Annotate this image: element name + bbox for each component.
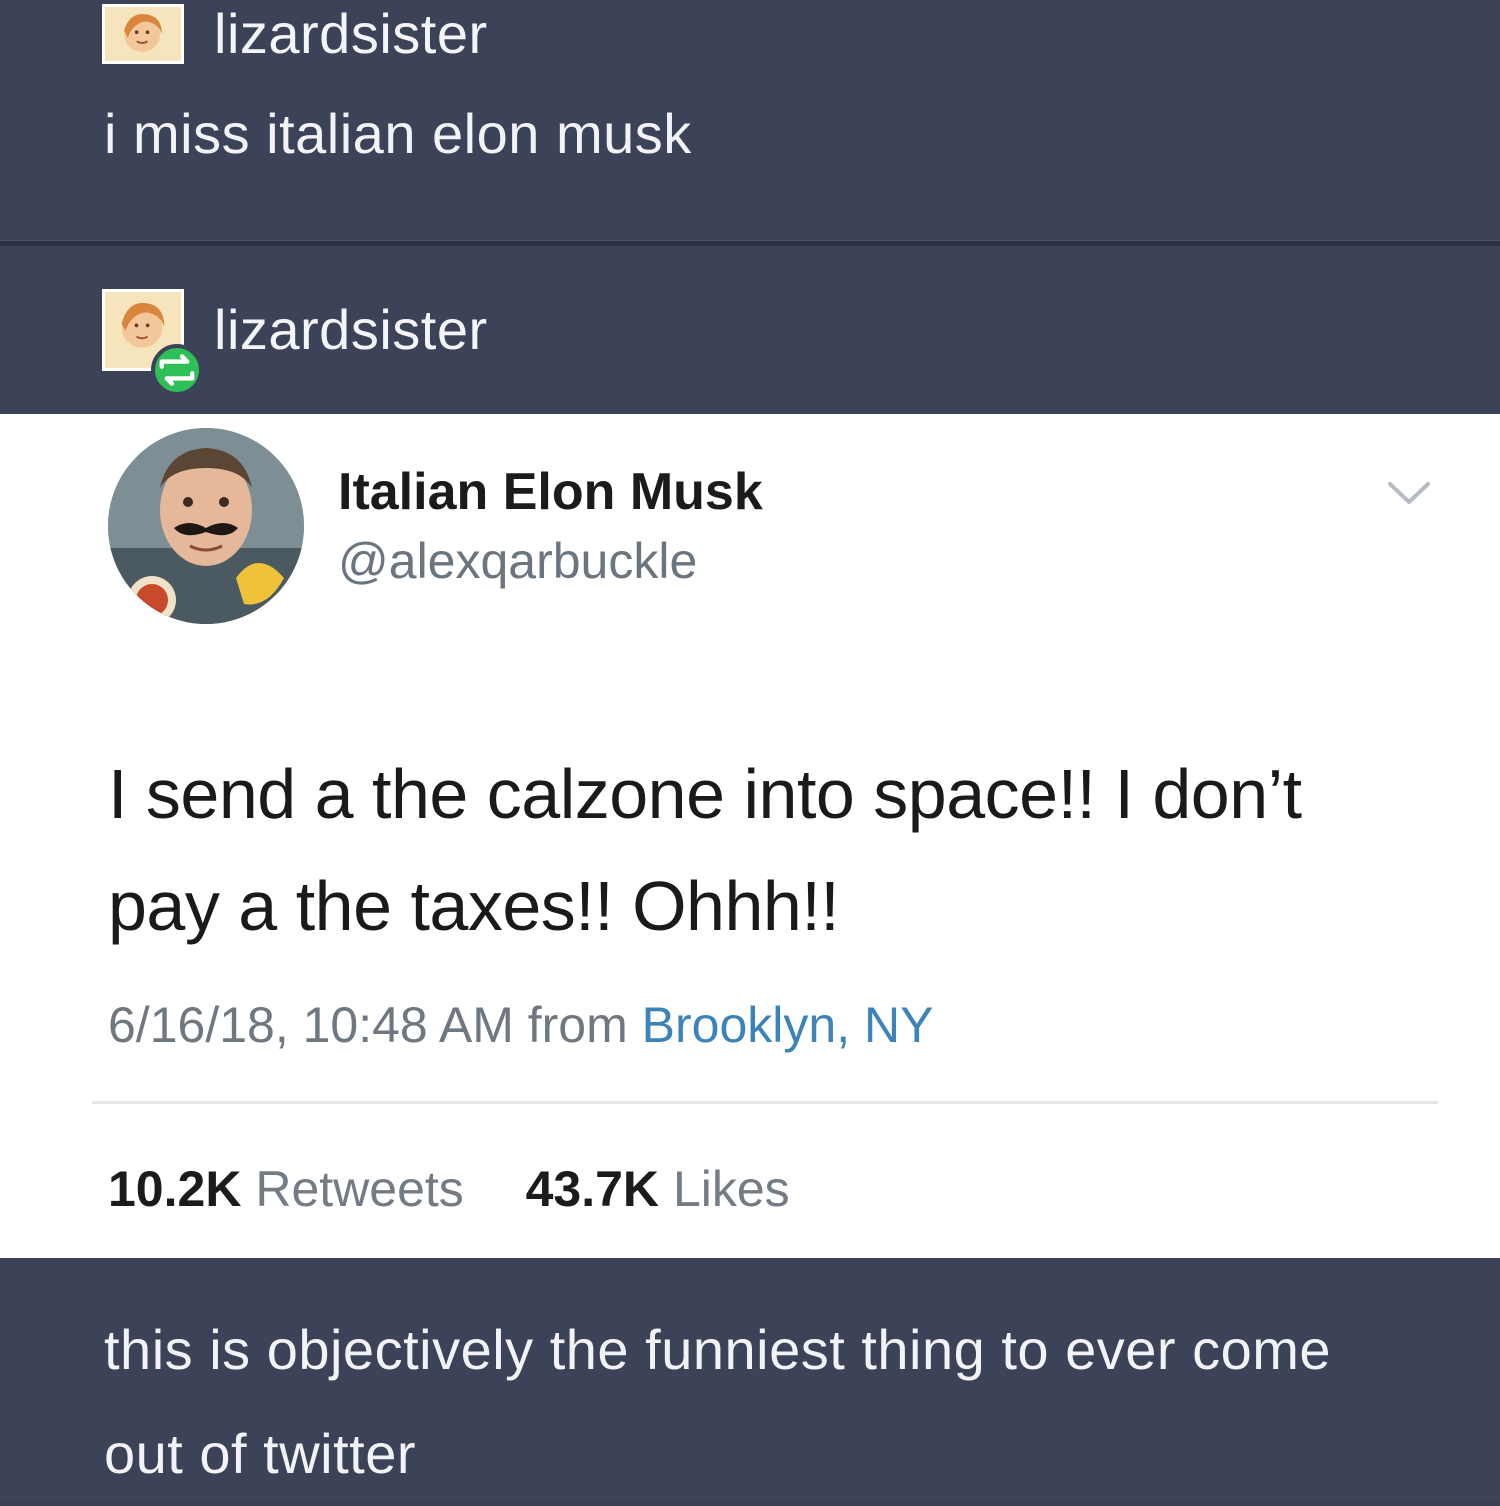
likes-count[interactable]: 43.7K: [526, 1161, 659, 1217]
tweet-handle[interactable]: @alexqarbuckle: [338, 532, 697, 590]
tweet-stats: 10.2K Retweets 43.7K Likes: [108, 1160, 790, 1218]
chevron-down-icon[interactable]: [1384, 476, 1434, 510]
post-text: i miss italian elon musk: [104, 102, 692, 165]
tweet-timestamp: 6/16/18, 10:48 AM from Brooklyn, NY: [108, 996, 933, 1054]
likes-label[interactable]: Likes: [673, 1161, 790, 1217]
comment-text: this is objectively the funniest thing t…: [104, 1318, 1332, 1485]
tweet-display-name[interactable]: Italian Elon Musk: [338, 462, 763, 522]
reblog-icon: [151, 344, 203, 396]
reblog-post: lizardsister: [0, 246, 1500, 414]
tweet-date: 6/16/18, 10:48 AM from: [108, 997, 628, 1053]
retweets-label[interactable]: Retweets: [255, 1161, 463, 1217]
original-post: lizardsister i miss italian elon musk: [0, 0, 1500, 240]
reblog-post-header: lizardsister: [102, 289, 488, 396]
original-post-header: lizardsister: [102, 2, 488, 66]
username[interactable]: lizardsister: [214, 6, 488, 62]
user-avatar[interactable]: [102, 289, 203, 396]
username[interactable]: lizardsister: [214, 302, 488, 358]
user-avatar[interactable]: [102, 4, 184, 64]
retweets-count[interactable]: 10.2K: [108, 1161, 241, 1217]
tweet-location-link[interactable]: Brooklyn, NY: [642, 997, 934, 1053]
profile-photo: [108, 428, 304, 624]
comment-post: this is objectively the funniest thing t…: [0, 1258, 1500, 1500]
tweet-separator: [92, 1101, 1438, 1104]
avatar-illustration: [106, 7, 180, 61]
tweet-avatar[interactable]: [108, 428, 304, 624]
tweet-text: I send a the calzone into space!! I don’…: [108, 755, 1302, 945]
